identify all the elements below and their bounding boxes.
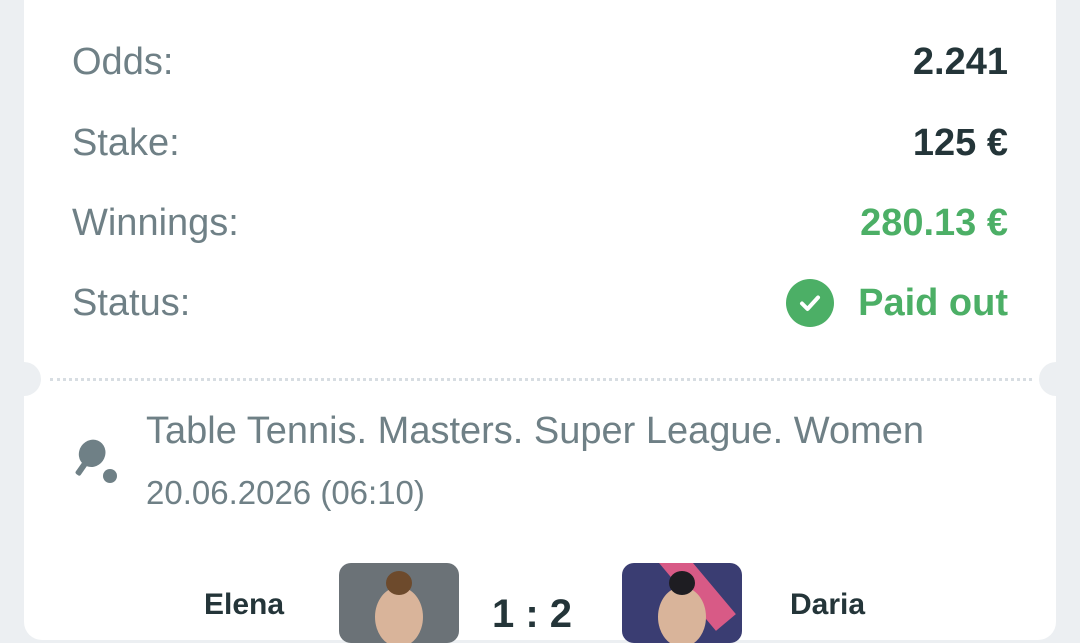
ticket-divider [50,378,1032,381]
match-score: 1 : 2 [492,592,573,636]
odds-label: Odds: [72,40,174,83]
stake-value: 125 € [912,121,1008,164]
home-player-name: Elena [204,588,285,621]
winnings-row: Winnings: 280.13 € [72,198,1008,248]
status-row: Status: Paid out [72,278,1008,328]
winnings-label: Winnings: [72,201,239,244]
winnings-value: 280.13 € [860,201,1008,244]
status-label: Status: [72,281,191,324]
ticket-notch-left [7,362,41,396]
stake-row: Stake: 125 € [72,118,1008,168]
status-value: Paid out [858,281,1008,324]
check-circle-icon [786,279,835,327]
odds-value: 2.241 [912,40,1008,83]
event-title: Table Tennis. Masters. Super League. Wom… [146,410,925,452]
event-datetime: 20.06.2026 (06:10) [146,474,425,511]
away-player-name: Daria [790,588,866,621]
ticket-notch-right [1039,362,1073,396]
stake-label: Stake: [72,121,180,164]
away-player-avatar [622,563,742,643]
status-indicator: Paid out [786,279,1008,327]
odds-row: Odds: 2.241 [72,37,1008,87]
table-tennis-icon [72,438,122,488]
home-player-avatar [339,563,459,643]
